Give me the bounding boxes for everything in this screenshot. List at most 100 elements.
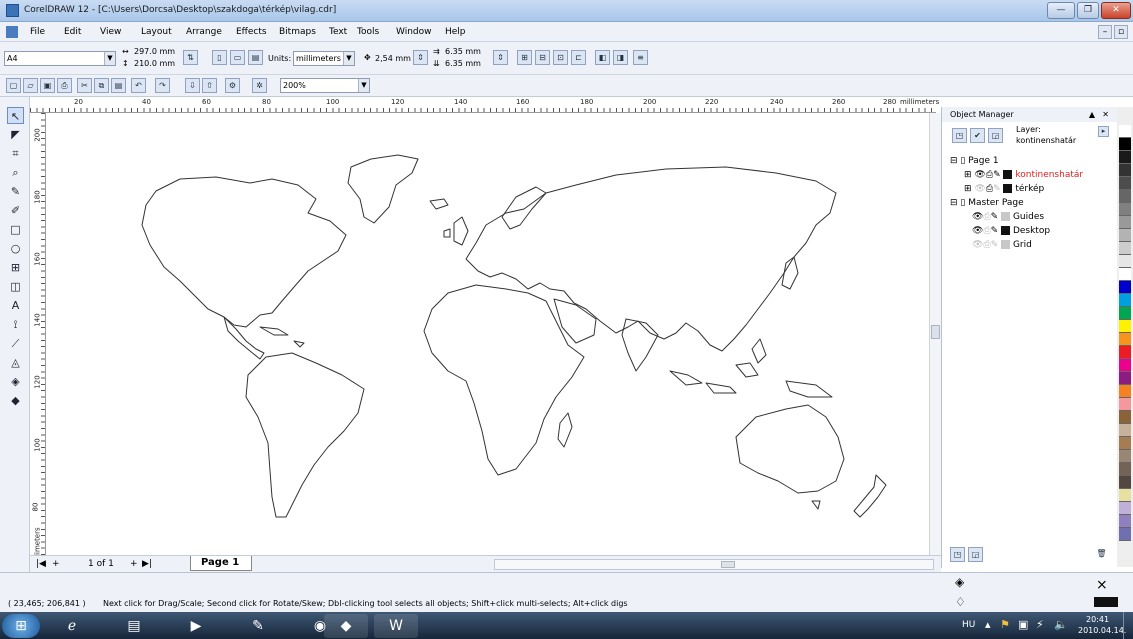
smart-fill-tool-icon[interactable]: ✐ [7, 202, 24, 219]
horizontal-scroll-thumb[interactable] [721, 561, 735, 568]
expand-icon[interactable]: ⊟ [950, 156, 958, 166]
dynamic-guides-button[interactable]: ⊏ [571, 50, 586, 65]
menu-help[interactable]: Help [445, 27, 466, 37]
palette-swatch[interactable] [1119, 450, 1131, 463]
snap-grid-button[interactable]: ⊞ [517, 50, 532, 65]
menu-file[interactable]: File [30, 27, 45, 37]
duplicate-x-field[interactable]: 6.35 mm [445, 47, 481, 56]
printer-icon[interactable]: ⎙ [983, 240, 990, 250]
edit-pencil-icon[interactable]: ✎ [991, 212, 999, 222]
tree-layer-desktop[interactable]: 👁⎙✎ Desktop [972, 225, 1050, 238]
palette-swatch[interactable] [1119, 268, 1131, 281]
palette-swatch[interactable] [1119, 242, 1131, 255]
menu-layout[interactable]: Layout [141, 27, 172, 37]
rectangle-tool-icon[interactable]: □ [7, 221, 24, 238]
palette-swatch[interactable] [1119, 385, 1131, 398]
fill-indicator-icon[interactable]: ◈ [955, 575, 964, 589]
print-icon[interactable]: ⎙ [57, 78, 72, 93]
edit-pencil-icon[interactable]: ✎ [993, 170, 1001, 180]
palette-swatch[interactable] [1119, 463, 1131, 476]
paint-icon[interactable]: ✎ [236, 614, 280, 638]
export-icon[interactable]: ⇧ [202, 78, 217, 93]
printer-icon[interactable]: ⎙ [983, 226, 990, 236]
close-icon[interactable]: ✕ [1102, 107, 1109, 122]
flag-icon[interactable]: ⚑ [1000, 618, 1010, 631]
expand-icon[interactable]: ⊞ [964, 170, 972, 180]
landscape-button[interactable]: ▭ [230, 50, 245, 65]
options-button[interactable]: ≡ [633, 50, 648, 65]
palette-swatch[interactable] [1119, 437, 1131, 450]
palette-swatch[interactable] [1119, 515, 1131, 528]
palette-swatch[interactable] [1119, 216, 1131, 229]
network-icon[interactable]: ▣ [1018, 618, 1028, 631]
coreldraw-taskbar-button[interactable]: ◆ [324, 614, 368, 638]
palette-swatch[interactable] [1119, 333, 1131, 346]
palette-swatch[interactable] [1119, 255, 1131, 268]
palette-swatch[interactable] [1119, 320, 1131, 333]
duplicate-spinner[interactable]: ⇕ [493, 50, 508, 65]
page-width-field[interactable]: 297.0 mm [134, 47, 175, 56]
palette-swatch[interactable] [1119, 476, 1131, 489]
palette-swatch[interactable] [1119, 307, 1131, 320]
tree-layer-guides[interactable]: 👁⎙✎ Guides [972, 211, 1044, 224]
language-indicator[interactable]: HU [962, 620, 975, 630]
horizontal-ruler[interactable]: 20 40 60 80 100 120 140 160 180 200 220 … [30, 97, 939, 113]
visibility-eye-icon[interactable]: 👁 [972, 212, 983, 222]
cut-icon[interactable]: ✂ [77, 78, 92, 93]
undo-icon[interactable]: ↶ [131, 78, 146, 93]
file-explorer-icon[interactable]: ▤ [112, 614, 156, 638]
collapse-icon[interactable]: ▲ [1089, 107, 1095, 122]
palette-swatch[interactable] [1119, 190, 1131, 203]
copy-icon[interactable]: ⧉ [94, 78, 109, 93]
close-button[interactable]: ✕ [1101, 2, 1131, 19]
tree-layer-kontinenshatar[interactable]: ⊞ 👁⎙✎ kontinenshatár [964, 169, 1083, 182]
doc-minimize-button[interactable]: – [1098, 25, 1112, 39]
visibility-eye-icon[interactable]: 👁 [974, 170, 985, 180]
basic-shapes-tool-icon[interactable]: ◫ [7, 278, 24, 295]
visibility-eye-icon[interactable]: 👁 [972, 226, 983, 236]
palette-swatch[interactable] [1119, 346, 1131, 359]
minimize-button[interactable]: — [1047, 2, 1075, 19]
nudge-spinner[interactable]: ⇕ [413, 50, 428, 65]
shape-tool-icon[interactable]: ◤ [7, 126, 24, 143]
palette-swatch[interactable] [1119, 125, 1131, 138]
edit-pencil-icon[interactable]: ✎ [991, 240, 999, 250]
interactive-fill-tool-icon[interactable]: ◆ [7, 392, 24, 409]
palette-swatch[interactable] [1119, 359, 1131, 372]
tray-arrow-icon[interactable]: ▴ [985, 618, 991, 631]
snap-objects-button[interactable]: ⊡ [553, 50, 568, 65]
doc-restore-button[interactable]: ▫ [1114, 25, 1128, 39]
nudge-distance-field[interactable]: 2,54 mm [375, 54, 411, 63]
vertical-ruler[interactable]: 200 180 160 140 120 100 80 millimeters [30, 113, 46, 568]
printer-icon[interactable]: ⎙ [983, 212, 990, 222]
draw-mode-button[interactable]: ◨ [613, 50, 628, 65]
zoom-tool-icon[interactable]: ⌕ [7, 164, 24, 181]
palette-swatch[interactable] [1119, 411, 1131, 424]
palette-swatch[interactable] [1119, 151, 1131, 164]
menu-edit[interactable]: Edit [64, 27, 81, 37]
palette-swatch[interactable] [1119, 164, 1131, 177]
ellipse-tool-icon[interactable]: ○ [7, 240, 24, 257]
printer-icon[interactable]: ⎙ [986, 184, 993, 194]
internet-explorer-icon[interactable]: ℯ [50, 614, 94, 638]
tree-node-master-page[interactable]: ⊟ ▯ Master Page [950, 197, 1024, 210]
document-icon[interactable] [6, 26, 18, 38]
corel-online-icon[interactable]: ✲ [252, 78, 267, 93]
new-icon[interactable]: ▢ [6, 78, 21, 93]
edit-across-layers-icon[interactable]: ✔ [970, 128, 985, 143]
visibility-eye-icon[interactable]: 👁 [972, 240, 983, 250]
palette-swatch[interactable] [1119, 398, 1131, 411]
application-launcher-icon[interactable]: ⚙ [225, 78, 240, 93]
crop-tool-icon[interactable]: ⌗ [7, 145, 24, 162]
tab-page-1[interactable]: Page 1 [190, 556, 252, 571]
horizontal-scrollbar[interactable] [494, 559, 934, 570]
pick-tool-icon[interactable]: ↖ [7, 107, 24, 124]
apply-all-pages-button[interactable]: ▤ [248, 50, 263, 65]
outline-tool-icon[interactable]: ◬ [7, 354, 24, 371]
paper-size-select[interactable]: A4 ▼ [4, 51, 116, 66]
menu-arrange[interactable]: Arrange [186, 27, 222, 37]
visibility-eye-icon[interactable]: 👁 [974, 184, 985, 194]
vertical-scroll-thumb[interactable] [931, 325, 940, 339]
edit-pencil-icon[interactable]: ✎ [991, 226, 999, 236]
palette-swatch[interactable] [1119, 502, 1131, 515]
